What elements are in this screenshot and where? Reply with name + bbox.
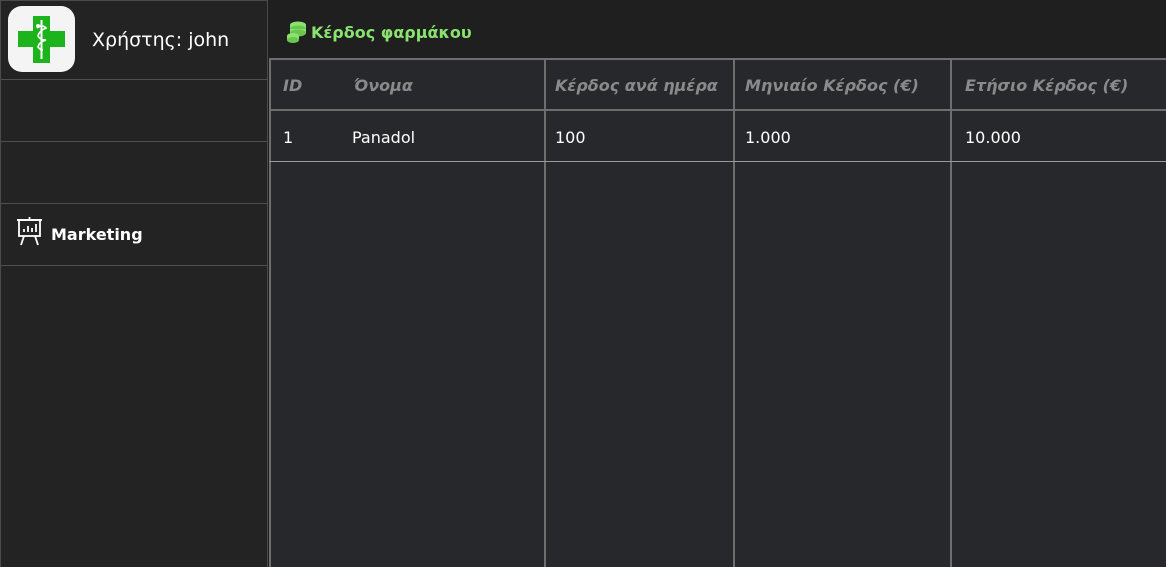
sidebar-item-label: Marketing [51,225,143,244]
cell-monthly-profit: 1.000 [745,128,791,147]
user-label: Χρήστης: john [92,29,230,51]
column-header-name[interactable]: Όνομα [354,76,413,95]
presentation-chart-icon [16,217,43,247]
pharmacy-cross-icon [8,6,75,72]
sidebar: Χρήστης: john Marketing [0,0,268,567]
user-panel: Χρήστης: john [1,1,268,80]
sidebar-item-marketing[interactable]: Marketing [1,204,268,266]
cell-daily-profit: 100 [555,128,586,147]
column-header-yearly-profit[interactable]: Ετήσιο Κέρδος (€) [965,76,1128,95]
page-header: Κέρδος φαρμάκου [268,0,1166,58]
cell-yearly-profit: 10.000 [965,128,1021,147]
column-header-monthly-profit[interactable]: Μηνιαίο Κέρδος (€) [745,76,919,95]
table-row[interactable]: 1 Panadol 100 1.000 10.000 [269,111,1166,162]
main-content: Κέρδος φαρμάκου ID Όνομα Κέρδος ανά ημέρ… [268,0,1166,567]
column-header-daily-profit[interactable]: Κέρδος ανά ημέρα [555,76,718,95]
sidebar-item-2[interactable] [1,142,268,204]
coins-icon [286,20,308,44]
data-table: ID Όνομα Κέρδος ανά ημέρα Μηνιαίο Κέρδος… [269,58,1166,567]
cell-name: Panadol [352,128,416,147]
cell-id: 1 [283,128,294,147]
page-title: Κέρδος φαρμάκου [311,23,472,42]
column-header-id[interactable]: ID [283,76,302,95]
sidebar-item-1[interactable] [1,80,268,142]
app-window: Χρήστης: john Marketing Κέρδος φαρμάκου … [0,0,1166,567]
table-header-row: ID Όνομα Κέρδος ανά ημέρα Μηνιαίο Κέρδος… [269,60,1166,111]
